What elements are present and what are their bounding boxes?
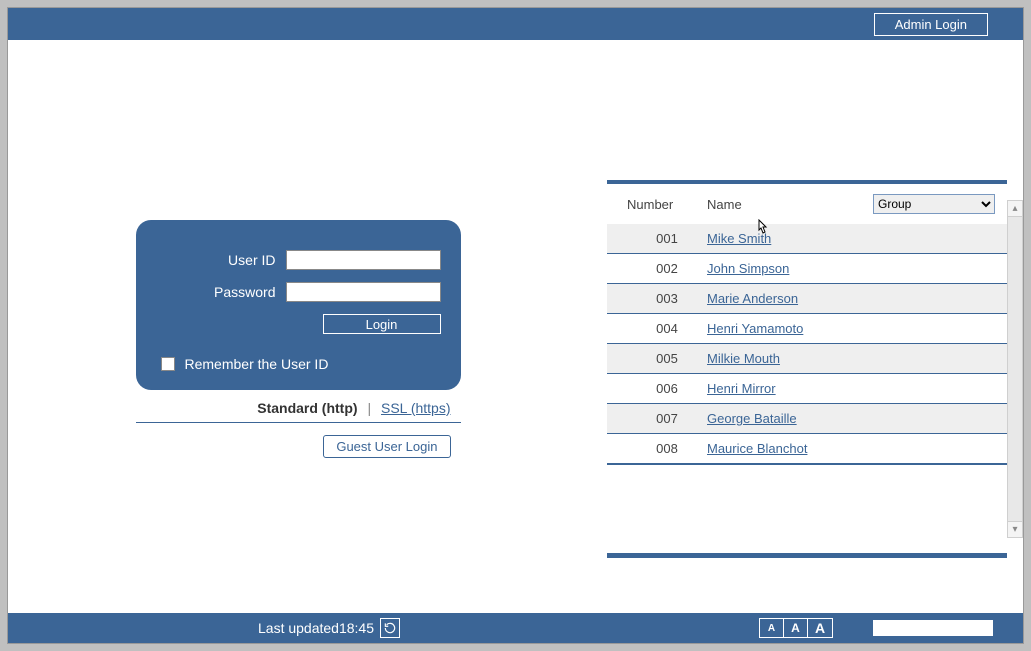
cell-name: Henri Yamamoto xyxy=(707,321,1007,336)
footer-right: A A A xyxy=(759,618,1023,638)
font-size-group: A A A xyxy=(759,618,833,638)
scroll-down-icon[interactable]: ▾ xyxy=(1008,521,1022,537)
cell-number: 005 xyxy=(627,351,707,366)
remember-row: Remember the User ID xyxy=(156,356,441,372)
protocol-divider: | xyxy=(367,400,371,416)
table-row: 002John Simpson xyxy=(607,254,1007,284)
brand-box xyxy=(873,620,993,636)
column-header-number: Number xyxy=(627,197,707,212)
user-rows: 001Mike Smith002John Simpson003Marie And… xyxy=(607,224,1007,465)
table-row: 003Marie Anderson xyxy=(607,284,1007,314)
cell-name: George Bataille xyxy=(707,411,1007,426)
app-window: Admin Login User ID Password Login Remem… xyxy=(7,7,1024,644)
password-input[interactable] xyxy=(286,282,441,302)
password-row: Password xyxy=(156,282,441,302)
cell-name: John Simpson xyxy=(707,261,1007,276)
user-link[interactable]: Henri Mirror xyxy=(707,381,776,396)
cell-name: Mike Smith xyxy=(707,231,1007,246)
font-size-medium-button[interactable]: A xyxy=(784,619,808,637)
cell-number: 006 xyxy=(627,381,707,396)
scroll-up-icon[interactable]: ▴ xyxy=(1008,201,1022,217)
cell-name: Henri Mirror xyxy=(707,381,1007,396)
user-link[interactable]: George Bataille xyxy=(707,411,797,426)
table-row: 006Henri Mirror xyxy=(607,374,1007,404)
guest-row: Guest User Login xyxy=(136,423,461,458)
user-link[interactable]: John Simpson xyxy=(707,261,789,276)
cell-number: 007 xyxy=(627,411,707,426)
cell-number: 008 xyxy=(627,441,707,456)
user-panel-header: Number Name Group xyxy=(607,194,1007,224)
footer-left: Last updated18:45 xyxy=(258,618,400,638)
login-button[interactable]: Login xyxy=(323,314,441,334)
password-label: Password xyxy=(214,284,275,300)
user-link[interactable]: Henri Yamamoto xyxy=(707,321,803,336)
user-id-label: User ID xyxy=(228,252,275,268)
main-area: User ID Password Login Remember the User… xyxy=(8,40,1023,615)
user-id-input[interactable] xyxy=(286,250,441,270)
cell-name: Maurice Blanchot xyxy=(707,441,1007,456)
user-link[interactable]: Mike Smith xyxy=(707,231,771,246)
last-updated-label: Last updated xyxy=(258,620,339,636)
table-row: 001Mike Smith xyxy=(607,224,1007,254)
refresh-button[interactable] xyxy=(380,618,400,638)
user-link[interactable]: Marie Anderson xyxy=(707,291,798,306)
user-id-row: User ID xyxy=(156,250,441,270)
cell-name: Marie Anderson xyxy=(707,291,1007,306)
table-row: 004Henri Yamamoto xyxy=(607,314,1007,344)
user-panel: Number Name Group 001Mike Smith002John S… xyxy=(607,180,1007,558)
panel-top-divider xyxy=(607,180,1007,184)
cell-number: 004 xyxy=(627,321,707,336)
guest-user-login-button[interactable]: Guest User Login xyxy=(323,435,450,458)
table-row: 007George Bataille xyxy=(607,404,1007,434)
protocol-row: Standard (http) | SSL (https) xyxy=(136,390,461,423)
remember-checkbox[interactable] xyxy=(161,357,175,371)
panel-bottom-divider xyxy=(607,553,1007,558)
cell-number: 001 xyxy=(627,231,707,246)
group-select[interactable]: Group xyxy=(873,194,995,214)
login-box: User ID Password Login Remember the User… xyxy=(136,220,461,390)
cell-number: 002 xyxy=(627,261,707,276)
left-column: User ID Password Login Remember the User… xyxy=(8,40,588,615)
column-header-name: Name xyxy=(707,197,873,212)
standard-http-label: Standard (http) xyxy=(257,400,357,416)
user-link[interactable]: Milkie Mouth xyxy=(707,351,780,366)
footer-bar: Last updated18:45 A A A xyxy=(8,613,1023,643)
cell-name: Milkie Mouth xyxy=(707,351,1007,366)
scrollbar[interactable]: ▴ ▾ xyxy=(1007,200,1023,538)
remember-label: Remember the User ID xyxy=(185,356,329,372)
font-size-large-button[interactable]: A xyxy=(808,619,832,637)
admin-login-button[interactable]: Admin Login xyxy=(874,13,988,36)
ssl-https-link[interactable]: SSL (https) xyxy=(381,400,451,416)
table-row: 008Maurice Blanchot xyxy=(607,434,1007,464)
refresh-icon xyxy=(383,621,397,635)
user-link[interactable]: Maurice Blanchot xyxy=(707,441,807,456)
right-column: Number Name Group 001Mike Smith002John S… xyxy=(588,40,1023,615)
last-updated-time: 18:45 xyxy=(339,620,374,636)
cell-number: 003 xyxy=(627,291,707,306)
top-bar: Admin Login xyxy=(8,8,1023,40)
font-size-small-button[interactable]: A xyxy=(760,619,784,637)
table-row: 005Milkie Mouth xyxy=(607,344,1007,374)
